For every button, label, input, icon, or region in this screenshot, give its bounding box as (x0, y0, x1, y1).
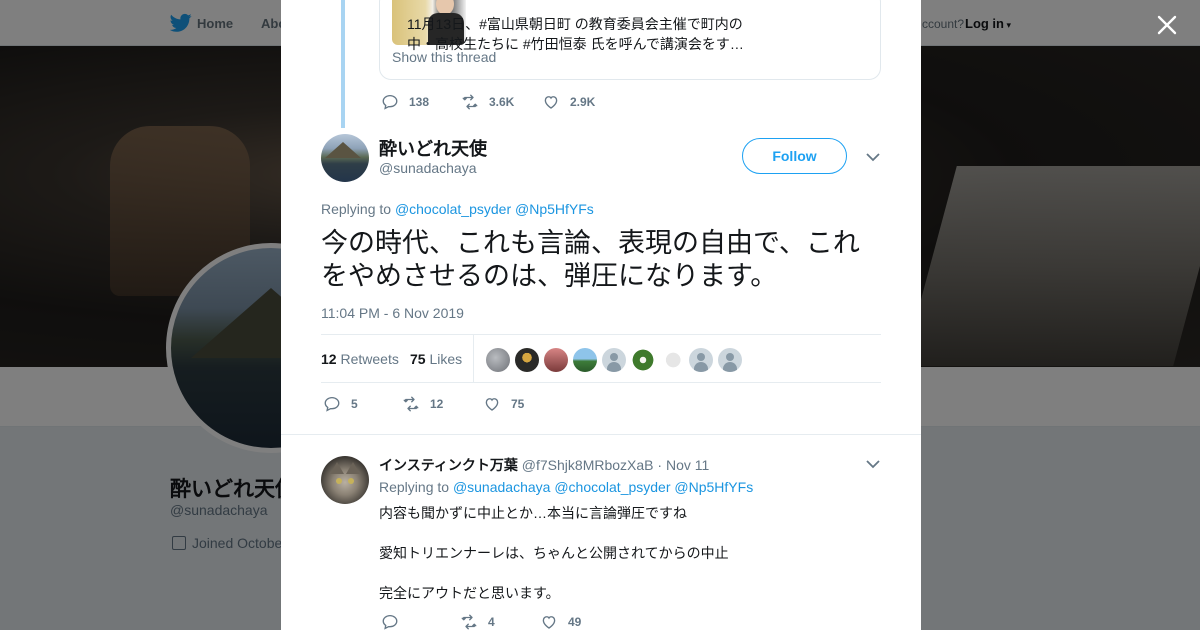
liker-avatar[interactable] (689, 348, 713, 372)
tweet-author-avatar[interactable] (321, 134, 369, 182)
quoted-tweet-text: 11月13日、#富山県朝日町 の教育委員会主催で町内の 中・高校生たちに #竹田… (407, 14, 867, 54)
liker-avatar[interactable] (631, 348, 655, 372)
mention-link[interactable]: @chocolat_psyder (395, 201, 511, 217)
reply-action[interactable]: 138 (381, 93, 429, 111)
tweet-timestamp[interactable]: 11:04 PM - 6 Nov 2019 (321, 305, 464, 321)
retweet-count: 12 (430, 397, 444, 411)
reply-author-handle[interactable]: @f7Shjk8MRbozXaB (522, 457, 654, 473)
like-count: 2.9K (570, 95, 596, 109)
retweet-icon (461, 614, 477, 630)
retweets-stat-count: 12 (321, 351, 337, 367)
mention-link[interactable]: @Np5HfYFs (515, 201, 594, 217)
chevron-down-icon[interactable] (866, 152, 880, 162)
retweet-action[interactable]: 12 (402, 395, 443, 413)
show-thread-link[interactable]: Show this thread (392, 49, 496, 65)
reply-text-line: 愛知トリエンナーレは、ちゃんと公開されてからの中止 (379, 545, 729, 561)
retweet-icon (403, 396, 419, 412)
retweet-icon (462, 94, 478, 110)
liker-avatar[interactable] (602, 348, 626, 372)
reply-replying-to: Replying to @sunadachaya @chocolat_psyde… (379, 479, 753, 495)
liker-avatar[interactable] (660, 348, 684, 372)
tweet-permalink-modal: 11月13日、#富山県朝日町 の教育委員会主催で町内の 中・高校生たちに #竹田… (281, 0, 921, 630)
retweet-count: 3.6K (489, 95, 515, 109)
reply-icon (382, 614, 398, 630)
reply-header: インスティンクト万葉 @f7Shjk8MRbozXaB · Nov 11 (379, 455, 709, 475)
liker-avatar[interactable] (544, 348, 568, 372)
replying-prefix: Replying to (321, 201, 392, 217)
liker-avatar[interactable] (718, 348, 742, 372)
replying-prefix: Replying to (379, 479, 450, 495)
heart-icon (485, 398, 499, 411)
retweets-stat-label: Retweets (340, 351, 399, 367)
likes-stat-count: 75 (410, 351, 426, 367)
follow-button[interactable]: Follow (742, 138, 847, 174)
close-icon[interactable] (1154, 12, 1180, 38)
like-action[interactable]: 75 (483, 395, 524, 413)
retweet-count: 4 (488, 615, 495, 629)
reply-text-line: 内容も聞かずに中止とか…本当に言論弾圧ですね (379, 505, 687, 521)
quoted-tweet-line: 11月13日、#富山県朝日町 の教育委員会主催で町内の (407, 16, 743, 32)
likes-stat[interactable]: 75 Likes (410, 351, 462, 367)
chevron-down-icon[interactable] (866, 459, 880, 469)
replies-divider (281, 434, 921, 435)
reply-author-name[interactable]: インスティンクト万葉 (379, 457, 518, 473)
like-count: 49 (568, 615, 582, 629)
stats-divider (473, 335, 474, 383)
tweet-text: 今の時代、これも言論、表現の自由で、これ をやめさせるのは、弾圧になります。 (321, 227, 881, 293)
heart-icon (544, 96, 558, 109)
like-count: 75 (511, 397, 525, 411)
thread-connector-line (341, 0, 345, 128)
tweet-text-line: 今の時代、これも言論、表現の自由で、これ (321, 228, 860, 258)
reply-date[interactable]: Nov 11 (666, 457, 709, 473)
replying-to: Replying to @chocolat_psyder @Np5HfYFs (321, 201, 594, 217)
reply-count: 138 (409, 95, 430, 109)
reply-icon (324, 396, 340, 412)
liker-avatar[interactable] (573, 348, 597, 372)
reply-icon (382, 94, 398, 110)
mention-link[interactable]: @Np5HfYFs (674, 479, 753, 495)
reply-dot-separator: · (657, 457, 663, 473)
retweet-action[interactable]: 4 (460, 613, 495, 630)
tweet-author-handle[interactable]: @sunadachaya (379, 160, 477, 176)
tweet-stats: 12 Retweets 75 Likes (321, 334, 881, 383)
reply-action[interactable]: 5 (323, 395, 358, 413)
reply-author-avatar[interactable] (321, 456, 369, 504)
tweet-author-name[interactable]: 酔いどれ天使 (379, 135, 487, 161)
liker-avatar[interactable] (515, 348, 539, 372)
retweet-action[interactable]: 3.6K (461, 93, 514, 111)
like-action[interactable]: 2.9K (542, 93, 595, 111)
heart-icon (542, 616, 556, 629)
mention-link[interactable]: @chocolat_psyder (554, 479, 670, 495)
like-action[interactable]: 49 (540, 613, 581, 630)
reply-count: 5 (351, 397, 358, 411)
reply-action[interactable] (381, 613, 409, 630)
liker-avatar[interactable] (486, 348, 510, 372)
mention-link[interactable]: @sunadachaya (453, 479, 551, 495)
likes-stat-label: Likes (429, 351, 463, 367)
reply-text-line: 完全にアウトだと思います。 (379, 585, 560, 601)
retweets-stat[interactable]: 12 Retweets (321, 351, 399, 367)
tweet-text-line: をやめさせるのは、弾圧になります。 (321, 261, 778, 291)
